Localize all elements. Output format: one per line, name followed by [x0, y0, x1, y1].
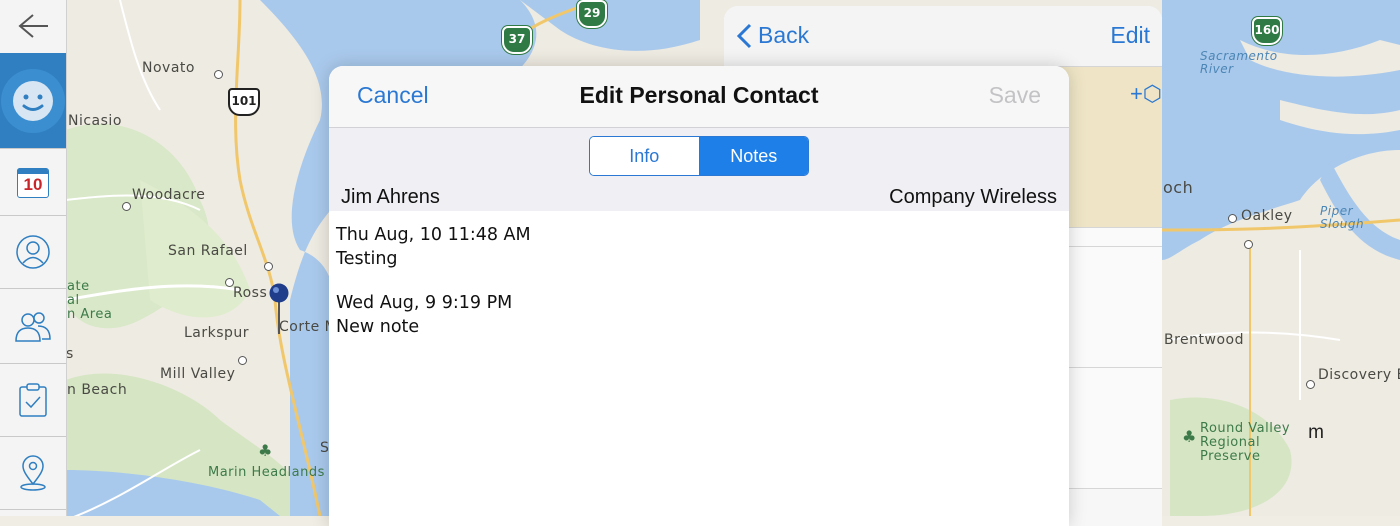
sidebar-item-groups[interactable]	[0, 289, 66, 364]
back-button-label: Back	[758, 22, 810, 48]
notes-list[interactable]: Thu Aug, 10 11:48 AM Testing Wed Aug, 9 …	[329, 211, 1069, 371]
company-name: Company Wireless	[889, 186, 1057, 208]
contact-name: Jim Ahrens	[341, 186, 440, 208]
note-date: Thu Aug, 10 11:48 AM	[336, 225, 531, 245]
clipboard-check-icon	[19, 383, 47, 417]
map-label-brentwood: Brentwood	[1164, 332, 1244, 348]
map-town-dot	[1306, 380, 1315, 389]
calendar-icon: 10	[17, 166, 49, 198]
map-town-dot	[238, 356, 247, 365]
sidebar-item-tasks[interactable]	[0, 364, 66, 437]
note-item[interactable]: Wed Aug, 9 9:19 PM New note	[336, 291, 1062, 339]
modal-title: Edit Personal Contact	[579, 82, 819, 108]
back-arrow-icon	[18, 14, 48, 38]
sidebar-item-calendar[interactable]: 10	[0, 149, 66, 216]
info-notes-segmented-control: Info Notes	[589, 136, 809, 176]
map-label-piper-slough: Piper Slough	[1320, 204, 1365, 231]
map-label-larkspur: Larkspur	[184, 325, 250, 341]
map-town-dot	[225, 278, 234, 287]
location-pin-icon[interactable]	[268, 282, 290, 336]
map-label-sacramento-river: Sacramento River	[1200, 49, 1278, 76]
map-label-woodacre: Woodacre	[132, 187, 206, 203]
edit-button[interactable]: Edit	[1110, 22, 1150, 49]
panel-header: Back Edit	[724, 6, 1162, 67]
back-arrow-button[interactable]	[0, 0, 66, 52]
map-label-novato: Novato	[142, 60, 195, 76]
people-icon	[15, 312, 51, 342]
chevron-left-icon	[736, 23, 752, 48]
smiley-avatar-icon	[1, 68, 65, 133]
sidebar-item-map[interactable]	[0, 437, 66, 510]
tab-notes[interactable]: Notes	[699, 137, 808, 175]
park-tree-icon: ♣	[1182, 427, 1197, 446]
note-text: Testing	[336, 249, 398, 269]
map-label-marin-headlands: Marin Headlands	[208, 465, 325, 480]
sidebar-item-contact[interactable]	[0, 216, 66, 289]
panel-text-fragment: m	[1308, 422, 1324, 443]
map-town-dot	[1244, 240, 1253, 249]
map-label-och: och	[1163, 178, 1194, 197]
calendar-day-number: 10	[23, 175, 43, 194]
edit-contact-modal: Cancel Edit Personal Contact Save Info N…	[329, 66, 1069, 526]
highway-shield-101: 101	[228, 88, 260, 116]
map-label-ross: Ross	[233, 285, 268, 301]
map-label-gate-park: ate al n Area	[67, 279, 113, 322]
save-button[interactable]: Save	[989, 82, 1041, 109]
person-icon	[16, 235, 50, 269]
highway-shield-160: 160	[1252, 17, 1282, 45]
map-label-nicasio: Nicasio	[68, 113, 122, 129]
note-item[interactable]: Thu Aug, 10 11:48 AM Testing	[336, 223, 1062, 271]
highway-shield-29: 29	[577, 0, 607, 28]
back-button[interactable]: Back	[736, 22, 809, 49]
map-label-s-fragment: s	[66, 346, 74, 362]
park-tree-icon: ♣	[258, 441, 273, 460]
note-text: New note	[336, 317, 420, 337]
map-label-discovery-bay: Discovery B	[1318, 367, 1400, 383]
map-town-dot	[1228, 214, 1237, 223]
tab-info[interactable]: Info	[590, 137, 700, 175]
map-label-s2-fragment: S	[320, 440, 330, 456]
map-label-beach: n Beach	[67, 382, 128, 398]
sidebar-item-profile[interactable]	[0, 53, 66, 149]
map-pin-icon	[20, 455, 46, 491]
map-label-round-valley: Round Valley Regional Preserve	[1200, 421, 1291, 464]
map-town-dot	[214, 70, 223, 79]
map-town-dot	[264, 262, 273, 271]
add-shape-icon[interactable]: +⬡	[1130, 81, 1162, 107]
sidebar: 10	[0, 0, 67, 516]
note-date: Wed Aug, 9 9:19 PM	[336, 293, 513, 313]
highway-shield-37: 37	[502, 26, 532, 54]
map-label-mill-valley: Mill Valley	[160, 366, 236, 382]
map-label-oakley: Oakley	[1241, 208, 1293, 224]
modal-nav-bar: Cancel Edit Personal Contact Save	[329, 66, 1069, 128]
map-label-san-rafael: San Rafael	[168, 243, 248, 259]
map-town-dot	[122, 202, 131, 211]
